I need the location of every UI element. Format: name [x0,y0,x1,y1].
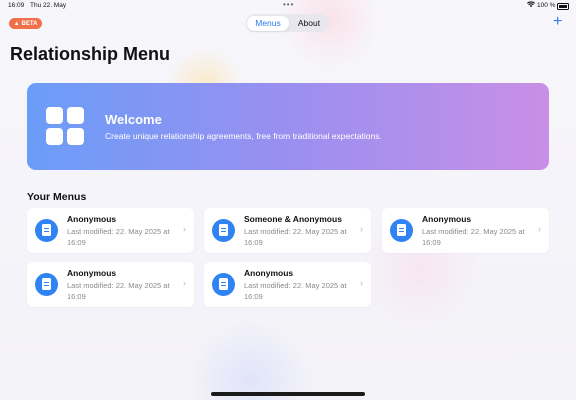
section-title: Your Menus [27,191,87,203]
menu-modified: Last modified: 22. May 2025 at 16:09 [67,227,170,247]
menu-name: Anonymous [244,268,294,278]
chevron-right-icon: › [538,224,541,234]
chevron-right-icon: › [360,224,363,234]
plus-icon: + [553,13,563,30]
document-icon [35,219,58,242]
menu-modified: Last modified: 22. May 2025 at 16:09 [67,281,170,301]
menu-modified: Last modified: 22. May 2025 at 16:09 [244,281,347,301]
banner-title: Welcome [105,112,162,127]
beta-badge[interactable]: ▲ BETA [9,18,42,29]
menu-name: Anonymous [67,268,117,278]
menu-name: Anonymous [422,214,472,224]
wifi-icon [527,1,535,10]
status-time: 16:09 [8,2,25,9]
menu-card[interactable]: Anonymous Last modified: 22. May 2025 at… [27,208,194,253]
menu-modified: Last modified: 22. May 2025 at 16:09 [244,227,347,247]
menu-card[interactable]: Anonymous Last modified: 22. May 2025 at… [382,208,549,253]
grid-icon [46,107,86,147]
page-title: Relationship Menu [10,44,171,64]
chevron-right-icon: › [360,278,363,288]
tab-about[interactable]: About [289,16,329,31]
chevron-right-icon: › [183,278,186,288]
tab-switcher: Menus About [246,14,330,32]
menu-card[interactable]: Anonymous Last modified: 22. May 2025 at… [204,262,371,307]
warning-icon: ▲ [13,20,20,27]
document-icon [212,273,235,296]
tab-menus[interactable]: Menus [247,15,289,31]
status-date: Thu 22. May [30,2,67,9]
document-icon [212,219,235,242]
menu-name: Someone & Anonymous [244,214,342,224]
multitasking-dots[interactable]: ••• [283,0,294,9]
chevron-right-icon: › [183,224,186,234]
battery-percentage: 100 % [537,2,556,9]
menu-modified: Last modified: 22. May 2025 at 16:09 [422,227,525,247]
beta-label: BETA [21,20,38,27]
document-icon [35,273,58,296]
banner-subtitle: Create unique relationship agreements, f… [105,131,382,141]
battery-icon [557,3,569,10]
menu-card[interactable]: Anonymous Last modified: 22. May 2025 at… [27,262,194,307]
home-indicator[interactable] [211,392,365,396]
add-menu-button[interactable]: + [553,14,562,30]
menu-card[interactable]: Someone & Anonymous Last modified: 22. M… [204,208,371,253]
menu-name: Anonymous [67,214,117,224]
document-icon [390,219,413,242]
status-bar: 16:09 Thu 22. May ••• 100 % [0,0,576,12]
